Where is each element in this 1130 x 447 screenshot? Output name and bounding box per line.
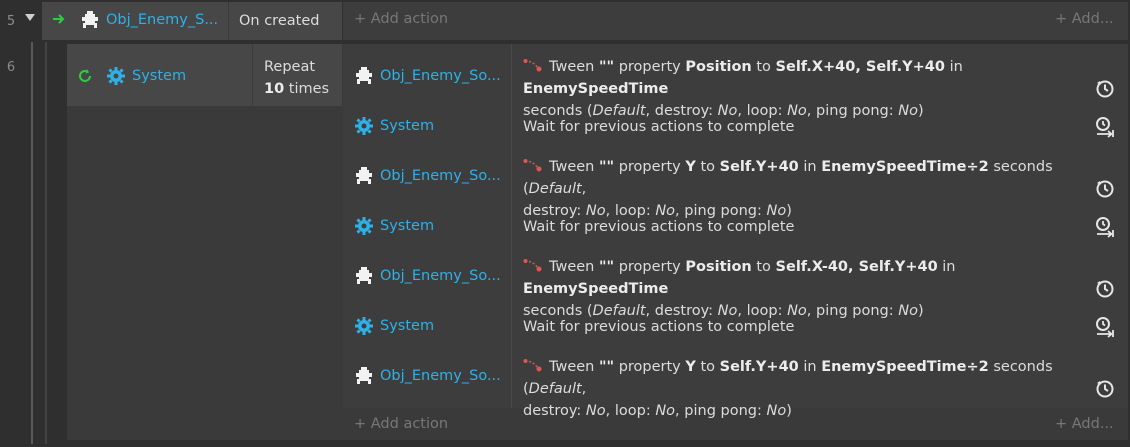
collapse-toggle-icon[interactable] — [25, 14, 35, 21]
async-icon — [1094, 378, 1118, 402]
tween-action[interactable]: Tween "" property Y to Self.Y+40 in Enem… — [523, 356, 1091, 422]
action-object-name: System — [380, 218, 435, 234]
on-created-condition[interactable]: On created — [239, 13, 319, 29]
indent-guide — [31, 42, 33, 444]
async-icon — [1094, 78, 1118, 102]
action-object[interactable]: System — [354, 116, 434, 136]
sprite-icon — [356, 167, 372, 184]
gear-icon — [355, 317, 373, 335]
tween-action[interactable]: Tween "" property Position to Self.X+40,… — [523, 56, 1091, 122]
wait-action[interactable]: Wait for previous actions to complete — [523, 116, 1091, 138]
sprite-icon — [356, 67, 372, 84]
sprite-icon — [82, 11, 98, 28]
async-clock-icon — [1096, 180, 1114, 198]
action-object[interactable]: System — [354, 316, 434, 336]
tween-action[interactable]: Tween "" property Position to Self.X-40,… — [523, 256, 1091, 322]
wait-action[interactable]: Wait for previous actions to complete — [523, 316, 1091, 338]
add-action-button[interactable]: + Add action — [354, 11, 448, 27]
line-number-6: 6 — [6, 60, 16, 75]
repeat-condition[interactable]: Repeat 10 times — [264, 56, 329, 100]
wait-clock-icon — [1096, 317, 1114, 338]
tween-icon — [523, 159, 542, 172]
async-clock-icon — [1096, 280, 1114, 298]
divider — [511, 44, 512, 408]
wait-icon — [1094, 116, 1118, 140]
async-icon — [1094, 178, 1118, 202]
gear-icon — [107, 67, 125, 85]
add-action-button-right[interactable]: + Add... — [1055, 416, 1114, 432]
wait-icon — [1094, 216, 1118, 240]
add-action-button[interactable]: + Add action — [354, 416, 448, 432]
event-6-object-name: System — [132, 68, 187, 84]
repeat-label: Repeat — [264, 59, 316, 75]
action-object-name: Obj_Enemy_So... — [380, 68, 501, 84]
repeat-suffix: times — [288, 81, 330, 97]
add-action-button-right[interactable]: + Add... — [1055, 11, 1114, 27]
tween-icon — [523, 59, 542, 72]
action-object[interactable]: Obj_Enemy_So... — [354, 366, 501, 386]
tween-action[interactable]: Tween "" property Y to Self.Y+40 in Enem… — [523, 156, 1091, 222]
repeat-count: 10 — [264, 81, 285, 97]
wait-action[interactable]: Wait for previous actions to complete — [523, 216, 1091, 238]
wait-clock-icon — [1096, 217, 1114, 238]
action-object-name: System — [380, 318, 435, 334]
async-icon — [1094, 278, 1118, 302]
event-5-object[interactable]: Obj_Enemy_S... — [80, 10, 218, 30]
gear-icon — [355, 117, 373, 135]
action-object[interactable]: Obj_Enemy_So... — [354, 166, 501, 186]
indent-guide — [45, 42, 47, 444]
divider — [228, 2, 229, 40]
event-5-actions — [343, 2, 1128, 40]
event-5-object-name: Obj_Enemy_S... — [106, 12, 219, 28]
async-clock-icon — [1096, 380, 1114, 398]
action-object[interactable]: Obj_Enemy_So... — [354, 266, 501, 286]
line-number-5: 5 — [6, 14, 16, 29]
wait-icon — [1094, 316, 1118, 340]
action-object[interactable]: System — [354, 216, 434, 236]
divider — [252, 44, 253, 106]
action-object-name: System — [380, 118, 435, 134]
repeat-icon — [76, 67, 94, 89]
tween-icon — [523, 359, 542, 372]
trigger-arrow-icon — [52, 12, 66, 30]
action-object-name: Obj_Enemy_So... — [380, 368, 501, 384]
wait-clock-icon — [1096, 117, 1114, 138]
event-6-object[interactable]: System — [106, 66, 186, 86]
sprite-icon — [356, 267, 372, 284]
gear-icon — [355, 217, 373, 235]
tween-icon — [523, 259, 542, 272]
action-object[interactable]: Obj_Enemy_So... — [354, 66, 501, 86]
sprite-icon — [356, 367, 372, 384]
action-object-name: Obj_Enemy_So... — [380, 168, 501, 184]
async-clock-icon — [1096, 80, 1114, 98]
action-object-name: Obj_Enemy_So... — [380, 268, 501, 284]
